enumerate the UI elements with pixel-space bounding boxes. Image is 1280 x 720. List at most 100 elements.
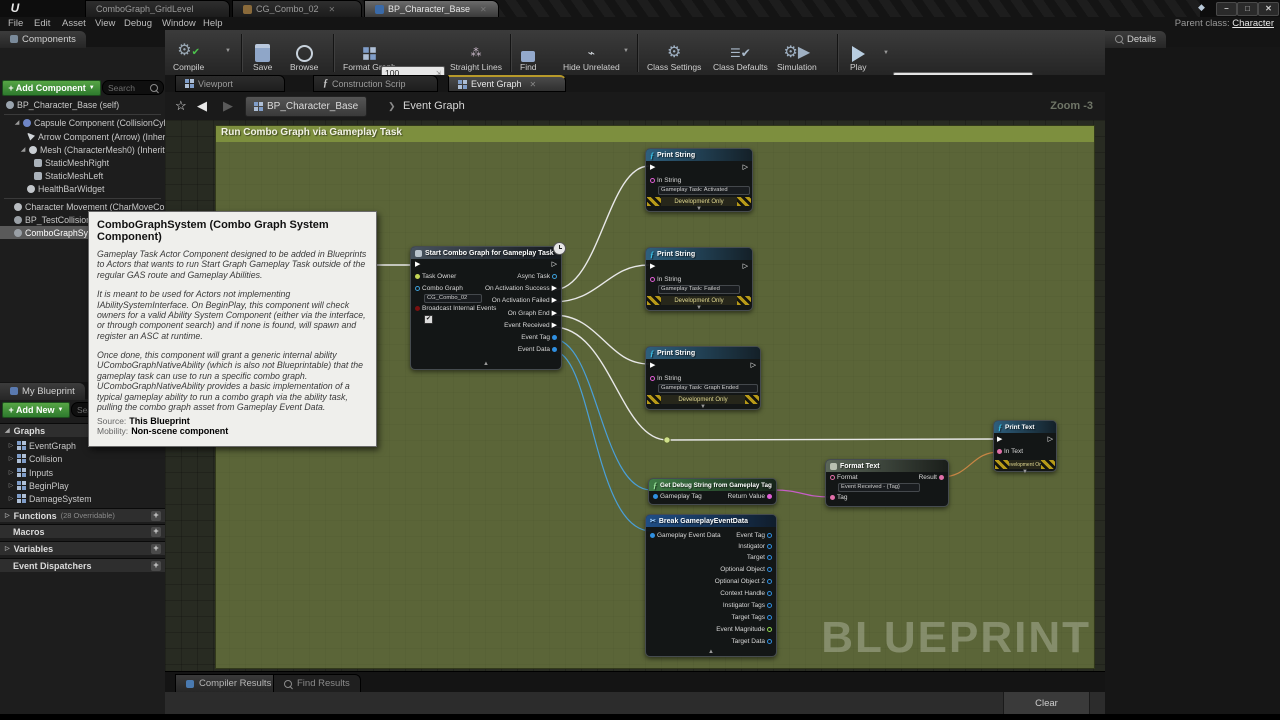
- forward-arrow-icon[interactable]: ▶: [223, 98, 233, 114]
- variables-section-header[interactable]: ▷ Variables +: [0, 541, 165, 555]
- parent-class-link[interactable]: Character: [1232, 18, 1274, 29]
- browse-button[interactable]: Browse: [290, 32, 318, 72]
- instigator-pin[interactable]: Instigator: [738, 543, 772, 550]
- my-blueprint-tab[interactable]: My Blueprint: [0, 383, 85, 400]
- optional-object-pin[interactable]: Optional Object: [720, 566, 772, 573]
- expander-icon[interactable]: ▷: [8, 455, 14, 462]
- exec-in-pin[interactable]: ▶: [415, 261, 420, 268]
- exec-out-pin[interactable]: ▷: [552, 261, 557, 268]
- hide-unrelated-dropdown-icon[interactable]: ▼: [623, 48, 629, 54]
- graph-row-inputs[interactable]: ▷ Inputs: [0, 466, 173, 479]
- tab-construction-script[interactable]: ƒ Construction Scrip: [313, 75, 438, 92]
- add-component-button[interactable]: + Add Component▼: [2, 80, 101, 96]
- return-value-pin[interactable]: Return Value: [728, 493, 772, 500]
- add-new-button[interactable]: + Add New▼: [2, 402, 70, 418]
- component-row-arrow[interactable]: Arrow Component (Arrow) (Inherit: [0, 130, 192, 143]
- play-dropdown-icon[interactable]: ▼: [883, 50, 889, 56]
- class-defaults-button[interactable]: ☰✔ Class Defaults: [713, 32, 768, 72]
- add-dispatcher-button[interactable]: +: [151, 561, 161, 571]
- collapse-icon[interactable]: ▲: [483, 361, 489, 367]
- expander-icon[interactable]: ◢: [20, 146, 26, 153]
- broadcast-pin[interactable]: Broadcast Internal Events: [415, 305, 496, 312]
- menu-view[interactable]: View: [95, 18, 115, 29]
- node-print-string-graph-ended[interactable]: ƒ Print String ▶ ▷ In String Gameplay Ta…: [645, 346, 761, 410]
- combo-graph-select[interactable]: CG_Combo_02: [424, 294, 482, 303]
- in-string-pin[interactable]: In String: [650, 276, 681, 283]
- component-row-capsule[interactable]: ◢ Capsule Component (CollisionCylin: [0, 116, 179, 129]
- expander-icon[interactable]: ◢: [14, 119, 20, 126]
- in-string-field[interactable]: Gameplay Task: Failed: [658, 285, 740, 294]
- menu-window[interactable]: Window: [162, 18, 196, 29]
- functions-section-header[interactable]: ▷ Functions (28 Overridable) +: [0, 508, 165, 522]
- exec-out-pin[interactable]: ▷: [743, 263, 748, 270]
- clear-button[interactable]: Clear: [1003, 692, 1090, 714]
- exec-out-pin[interactable]: ▷: [743, 164, 748, 171]
- compile-button[interactable]: ⚙✔ Compile: [173, 32, 204, 72]
- gameplay-tag-pin[interactable]: Gameplay Tag: [653, 493, 702, 500]
- tab-compiler-results[interactable]: Compiler Results: [175, 674, 282, 693]
- exec-in-pin[interactable]: ▶: [650, 362, 655, 369]
- breadcrumb-current[interactable]: Event Graph: [403, 100, 465, 112]
- node-print-string-failed[interactable]: ƒ Print String ▶ ▷ In String Gameplay Ta…: [645, 247, 753, 311]
- details-tab[interactable]: Details: [1105, 31, 1166, 48]
- optional-object-2-pin[interactable]: Optional Object 2: [715, 578, 772, 585]
- component-row-healthbar[interactable]: HealthBarWidget: [0, 182, 192, 195]
- graph-row-collision[interactable]: ▷ Collision: [0, 452, 173, 465]
- event-received-pin[interactable]: ▶Event Received: [504, 322, 557, 329]
- component-row-mesh[interactable]: ◢ Mesh (CharacterMesh0) (Inherited: [0, 143, 185, 156]
- breadcrumb-asset[interactable]: BP_Character_Base: [245, 96, 367, 117]
- collapse-icon[interactable]: ▼: [696, 305, 702, 311]
- save-button[interactable]: Save: [253, 32, 272, 72]
- format-field[interactable]: Event Received - {Tag}: [838, 483, 920, 492]
- tab-event-graph[interactable]: Event Graph ✕: [448, 75, 566, 92]
- menu-asset[interactable]: Asset: [62, 18, 86, 29]
- expander-icon[interactable]: ▷: [8, 495, 14, 502]
- node-break-gameplayeventdata[interactable]: ✂ Break GameplayEventData Gameplay Event…: [645, 514, 777, 657]
- simulation-button[interactable]: ⚙▶ Simulation: [777, 32, 817, 72]
- in-string-field[interactable]: Gameplay Task: Graph Ended: [658, 384, 758, 393]
- node-get-debug-string[interactable]: ƒ Get Debug String from Gameplay Tag Gam…: [648, 478, 777, 505]
- on-activation-failed-pin[interactable]: ▶On Activation Failed: [492, 297, 557, 304]
- tab-find-results[interactable]: Find Results: [273, 674, 361, 693]
- collapse-icon[interactable]: ▼: [700, 404, 706, 410]
- in-string-pin[interactable]: In String: [650, 375, 681, 382]
- menu-help[interactable]: Help: [203, 18, 223, 29]
- target-pin[interactable]: Target: [747, 554, 772, 561]
- class-settings-button[interactable]: ⚙ Class Settings: [647, 32, 701, 72]
- app-tab-character[interactable]: BP_Character_Base ✕: [364, 0, 499, 17]
- compile-dropdown-icon[interactable]: ▼: [225, 48, 231, 54]
- play-button[interactable]: Play: [850, 32, 867, 72]
- in-string-pin[interactable]: In String: [650, 177, 681, 184]
- dispatchers-section-header[interactable]: Event Dispatchers +: [0, 558, 165, 572]
- result-pin[interactable]: Result: [919, 474, 944, 481]
- close-button[interactable]: ✕: [1258, 2, 1279, 16]
- menu-edit[interactable]: Edit: [34, 18, 50, 29]
- components-search-input[interactable]: Search: [102, 80, 164, 95]
- format-pin[interactable]: Format: [830, 474, 858, 481]
- graph-row-damagesystem[interactable]: ▷ DamageSystem: [0, 492, 173, 505]
- tab-viewport[interactable]: Viewport: [175, 75, 285, 92]
- target-data-pin[interactable]: Target Data: [731, 638, 772, 645]
- event-tag-out-pin[interactable]: Event Tag: [736, 532, 772, 539]
- close-tab-icon[interactable]: ✕: [480, 5, 487, 14]
- in-string-field[interactable]: Gameplay Task: Activated: [658, 186, 750, 195]
- broadcast-checkbox[interactable]: ✔: [424, 315, 433, 324]
- app-tab-level[interactable]: ComboGraph_GridLevel: [85, 0, 230, 17]
- context-handle-pin[interactable]: Context Handle: [720, 590, 772, 597]
- back-arrow-icon[interactable]: ◀: [197, 98, 207, 114]
- app-tab-combo[interactable]: CG_Combo_02 ✕: [232, 0, 362, 17]
- comment-title[interactable]: Run Combo Graph via Gameplay Task: [216, 126, 1094, 142]
- exec-in-pin[interactable]: ▶: [650, 164, 655, 171]
- on-graph-end-pin[interactable]: ▶On Graph End: [508, 310, 557, 317]
- event-data-pin[interactable]: Event Data: [518, 346, 557, 353]
- node-format-text[interactable]: Format Text Format Result Event Received…: [825, 459, 949, 507]
- collapse-icon[interactable]: ▼: [696, 206, 702, 212]
- menu-file[interactable]: File: [8, 18, 23, 29]
- gameplay-event-data-pin[interactable]: Gameplay Event Data: [650, 532, 721, 539]
- exec-out-pin[interactable]: ▷: [1048, 436, 1053, 443]
- collapse-icon[interactable]: ▼: [1022, 469, 1028, 475]
- combo-graph-pin[interactable]: Combo Graph: [415, 285, 463, 292]
- on-activation-success-pin[interactable]: ▶On Activation Success: [485, 285, 557, 292]
- component-row-self[interactable]: BP_Character_Base (self): [0, 98, 171, 111]
- add-variable-button[interactable]: +: [151, 544, 161, 554]
